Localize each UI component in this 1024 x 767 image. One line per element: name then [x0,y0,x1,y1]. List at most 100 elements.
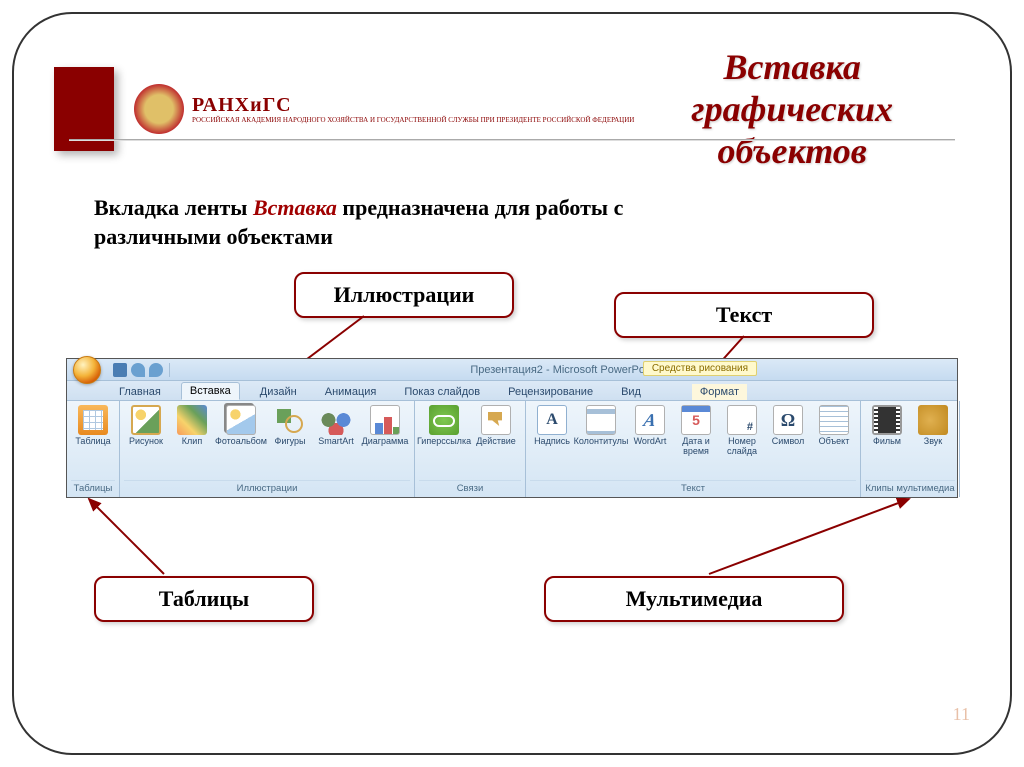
btn-wordart[interactable]: WordArt [628,403,672,449]
titlebar: Презентация2 - Microsoft PowerPoint Сред… [67,359,957,381]
group-text: Надпись Колонтитулы WordArt Дата и время… [526,401,861,497]
movie-icon [872,405,902,435]
btn-album[interactable]: Фотоальбом [216,403,266,449]
logo-name: РАНХиГС [192,94,634,117]
tab-format[interactable]: Формат [692,384,747,400]
slide-frame: РАНХиГС РОССИЙСКАЯ АКАДЕМИЯ НАРОДНОГО ХО… [12,12,1012,755]
btn-sound[interactable]: Звук [911,403,955,449]
shapes-icon [275,405,305,435]
lbl: Клип [182,437,202,447]
lbl: Фильм [873,437,901,447]
lbl: WordArt [634,437,667,447]
page-number: 11 [953,704,970,725]
btn-clip[interactable]: Клип [170,403,214,449]
redo-icon[interactable] [149,363,163,377]
btn-symbol[interactable]: Символ [766,403,810,449]
tab-home[interactable]: Главная [111,384,169,400]
lbl: Звук [924,437,942,447]
album-icon [226,405,256,435]
btn-datetime[interactable]: Дата и время [674,403,718,459]
tab-animations[interactable]: Анимация [317,384,385,400]
group-tables: Таблица Таблицы [67,401,120,497]
contextual-tab-label: Средства рисования [643,361,757,376]
lbl: SmartArt [318,437,354,447]
btn-headerfooter[interactable]: Колонтитулы [576,403,626,449]
btn-table-label: Таблица [75,437,110,447]
btn-action[interactable]: Действие [471,403,521,449]
lbl: Действие [476,437,516,447]
logo-emblem-icon [134,84,184,134]
office-button-icon[interactable] [73,356,101,384]
datetime-icon [681,405,711,435]
slidenum-icon [727,405,757,435]
btn-slidenum[interactable]: Номер слайда [720,403,764,459]
callout-tables: Таблицы [94,576,314,622]
undo-icon[interactable] [131,363,145,377]
callout-illustrations: Иллюстрации [294,272,514,318]
action-icon [481,405,511,435]
group-media: Фильм Звук Клипы мультимедиа [861,401,960,497]
btn-chart[interactable]: Диаграмма [360,403,410,449]
chart-icon [370,405,400,435]
arrow-tables [74,494,194,584]
tab-review[interactable]: Рецензирование [500,384,601,400]
table-icon [78,405,108,435]
wordart-icon [635,405,665,435]
group-illustrations: Рисунок Клип Фотоальбом Фигуры SmartArt … [120,401,415,497]
smartart-icon [321,405,351,435]
lbl: Дата и время [675,437,717,457]
group-links: Гиперссылка Действие Связи [415,401,526,497]
btn-movie[interactable]: Фильм [865,403,909,449]
quick-access-toolbar [107,363,170,377]
ribbon-screenshot: Презентация2 - Microsoft PowerPoint Сред… [66,358,958,498]
picture-icon [131,405,161,435]
headerfooter-icon [586,405,616,435]
header: РАНХиГС РОССИЙСКАЯ АКАДЕМИЯ НАРОДНОГО ХО… [54,46,970,172]
tab-design[interactable]: Дизайн [252,384,305,400]
textbox-icon [537,405,567,435]
window-title: Презентация2 - Microsoft PowerPoint [170,364,957,376]
lbl: Фигуры [274,437,305,447]
ribbon-content: Таблица Таблицы Рисунок Клип Фотоальбом … [67,401,957,497]
btn-textbox[interactable]: Надпись [530,403,574,449]
body-text: Вкладка ленты Вставка предназначена для … [94,194,654,251]
lbl: Рисунок [129,437,163,447]
title-underline [69,139,955,141]
sound-icon [918,405,948,435]
logo-subtitle: РОССИЙСКАЯ АКАДЕМИЯ НАРОДНОГО ХОЗЯЙСТВА … [192,117,634,125]
group-media-label: Клипы мультимедиа [865,480,955,497]
lbl: Объект [819,437,850,447]
callout-text: Текст [614,292,874,338]
group-text-label: Текст [530,480,856,497]
symbol-icon [773,405,803,435]
btn-picture[interactable]: Рисунок [124,403,168,449]
page-title: Вставка графических объектов [654,46,970,172]
lbl: Фотоальбом [215,437,267,447]
group-tables-label: Таблицы [71,480,115,497]
tab-insert[interactable]: Вставка [181,382,240,400]
btn-table[interactable]: Таблица [71,403,115,449]
tab-view[interactable]: Вид [613,384,649,400]
lbl: Надпись [534,437,570,447]
btn-hyperlink[interactable]: Гиперссылка [419,403,469,449]
object-icon [819,405,849,435]
lbl: Гиперссылка [417,437,471,447]
body-highlight: Вставка [253,195,337,220]
lbl: Номер слайда [721,437,763,457]
group-illustrations-label: Иллюстрации [124,480,410,497]
btn-smartart[interactable]: SmartArt [314,403,358,449]
tab-slideshow[interactable]: Показ слайдов [396,384,488,400]
btn-shapes[interactable]: Фигуры [268,403,312,449]
lbl: Колонтитулы [574,437,629,447]
body-part1: Вкладка ленты [94,195,253,220]
clip-icon [177,405,207,435]
ribbon-tabs: Главная Вставка Дизайн Анимация Показ сл… [67,381,957,401]
callout-multimedia: Мультимедиа [544,576,844,622]
arrow-multimedia [704,494,924,584]
lbl: Символ [772,437,804,447]
group-links-label: Связи [419,480,521,497]
logo-text: РАНХиГС РОССИЙСКАЯ АКАДЕМИЯ НАРОДНОГО ХО… [192,94,634,125]
hyperlink-icon [429,405,459,435]
save-icon[interactable] [113,363,127,377]
btn-object[interactable]: Объект [812,403,856,449]
